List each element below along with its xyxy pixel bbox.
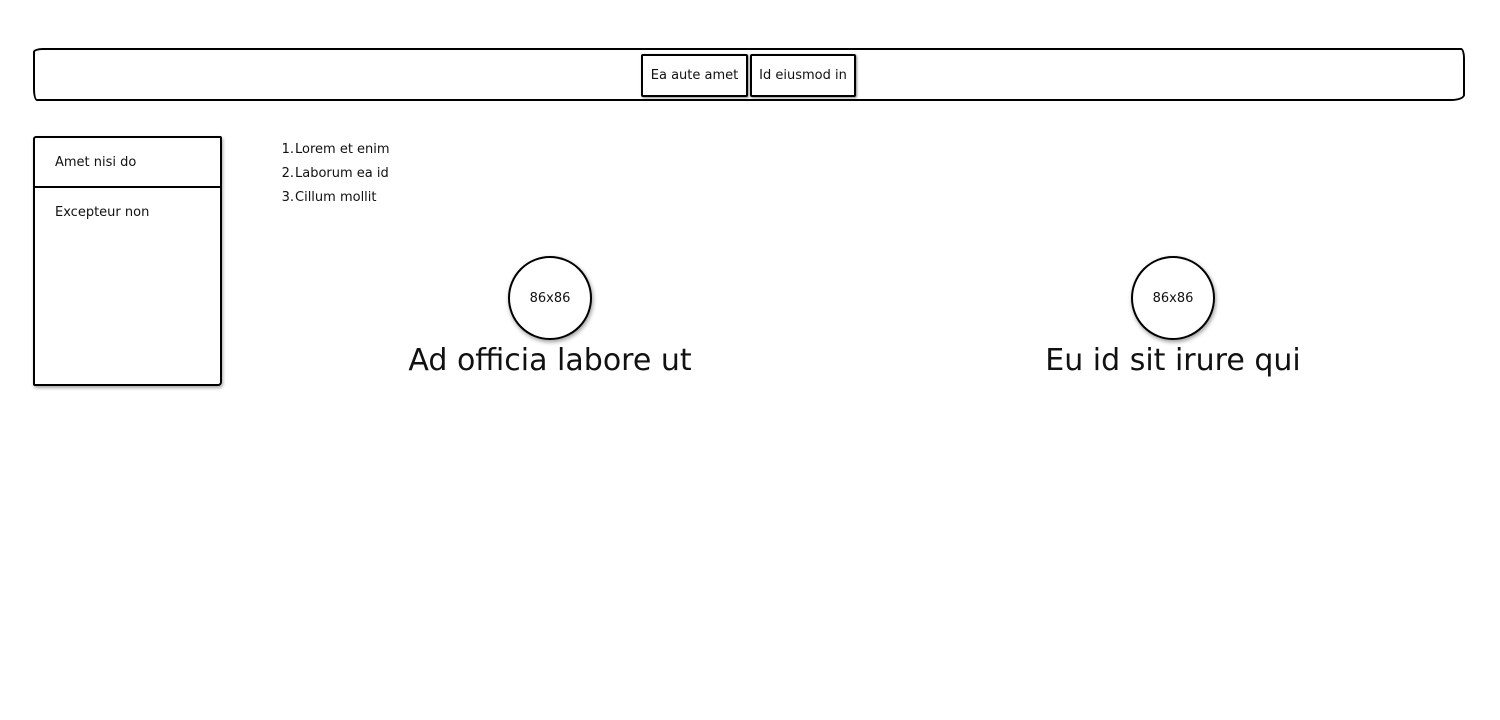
list-item-text: Cillum mollit (295, 190, 377, 205)
sidebar-panel: Amet nisi do Excepteur non (33, 136, 222, 386)
numbered-list: 1. Lorem et enim 2. Laborum ea id 3. Cil… (279, 138, 390, 210)
list-item-text: Laborum ea id (295, 166, 389, 181)
image-size-label: 86x86 (529, 290, 571, 306)
tab-ea-aute-amet[interactable]: Ea aute amet (641, 54, 748, 97)
sidebar-item-excepteur-non[interactable]: Excepteur non (35, 188, 220, 248)
sidebar-item-amet-nisi-do[interactable]: Amet nisi do (35, 138, 220, 188)
tab-button-group: Ea aute amet Id eiusmod in (641, 54, 856, 97)
list-item-number: 3. (281, 190, 294, 205)
avatar-image-placeholder: 86x86 (1131, 256, 1215, 340)
card-title: Ad officia labore ut (408, 343, 692, 378)
card-title: Eu id sit irure qui (1045, 343, 1301, 378)
list-item-number: 2. (281, 166, 294, 181)
list-item: 3. Cillum mollit (279, 186, 390, 210)
image-size-label: 86x86 (1152, 290, 1194, 306)
list-item-number: 1. (281, 142, 294, 157)
list-item: 1. Lorem et enim (279, 138, 390, 162)
avatar-image-placeholder: 86x86 (508, 256, 592, 340)
list-item-text: Lorem et enim (295, 142, 390, 157)
tab-id-eiusmod-in[interactable]: Id eiusmod in (750, 54, 856, 97)
list-item: 2. Laborum ea id (279, 162, 390, 186)
